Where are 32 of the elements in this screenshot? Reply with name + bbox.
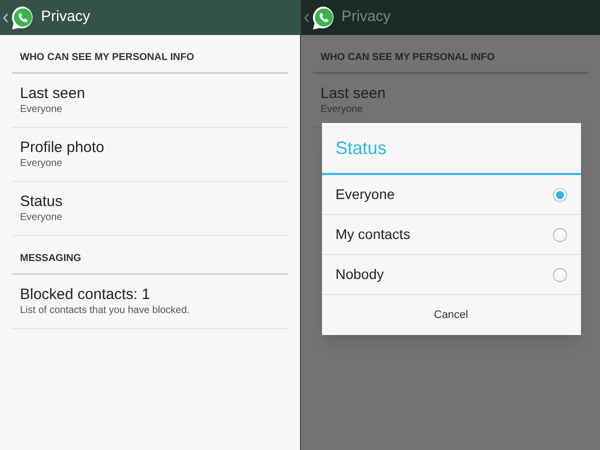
section-header: WHO CAN SEE MY PERSONAL INFO xyxy=(20,52,194,63)
screen-title: Privacy xyxy=(41,7,90,28)
chat-bubble-icon xyxy=(310,4,336,30)
screen-title: Privacy xyxy=(342,7,391,28)
settings-item[interactable]: Last seen Everyone xyxy=(12,74,288,128)
option-label: My contacts xyxy=(336,225,410,244)
radio-option[interactable]: Nobody xyxy=(322,255,580,295)
chevron-left-icon[interactable] xyxy=(304,12,308,22)
item-subtitle: Everyone xyxy=(20,103,64,117)
settings-item[interactable]: Status Everyone xyxy=(12,182,288,236)
item-title: Last seen xyxy=(320,84,387,103)
section-header: MESSAGING xyxy=(20,253,82,264)
option-label: Nobody xyxy=(336,265,384,284)
radio-button[interactable] xyxy=(552,268,566,282)
option-label: Everyone xyxy=(336,185,395,204)
item-subtitle: Everyone xyxy=(320,103,364,117)
item-subtitle: List of contacts that you have blocked. xyxy=(20,304,191,318)
section-header: WHO CAN SEE MY PERSONAL INFO xyxy=(320,52,495,63)
item-title: Last seen xyxy=(20,84,86,103)
radio-button[interactable] xyxy=(552,228,566,242)
item-subtitle: Everyone xyxy=(20,157,64,171)
radio-option[interactable]: My contacts xyxy=(322,215,580,255)
item-title: Blocked contacts: 1 xyxy=(20,285,152,304)
radio-button[interactable] xyxy=(552,188,566,202)
item-subtitle: Everyone xyxy=(20,211,64,225)
cancel-button[interactable]: Cancel xyxy=(322,295,580,335)
item-title: Profile photo xyxy=(20,138,106,157)
dialog-title: Status xyxy=(336,136,387,160)
radio-option[interactable]: Everyone xyxy=(322,175,580,215)
settings-item[interactable]: Blocked contacts: 1 List of contacts that you have blocked. xyxy=(12,275,288,329)
settings-item[interactable]: Profile photo Everyone xyxy=(12,128,288,182)
item-title: Status xyxy=(20,192,64,211)
